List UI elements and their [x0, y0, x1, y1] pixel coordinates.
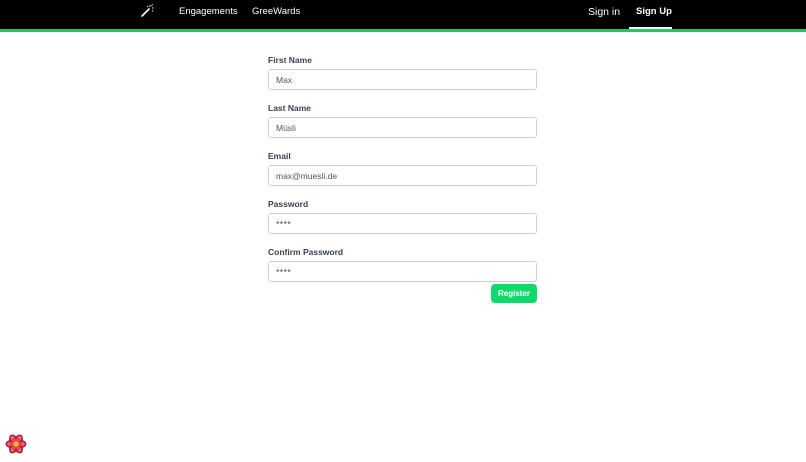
email-input[interactable] [268, 165, 537, 186]
register-form: First Name Last Name Email Password Conf… [268, 55, 537, 295]
first-name-label: First Name [268, 55, 312, 65]
sign-up-link[interactable]: Sign Up [636, 5, 672, 18]
nav-link-engagements[interactable]: Engagements [179, 6, 238, 18]
last-name-input[interactable] [268, 117, 537, 138]
confirm-password-field: Confirm Password [268, 247, 537, 282]
register-button[interactable]: Register [491, 284, 537, 303]
sign-in-link[interactable]: Sign in [588, 6, 620, 19]
email-label: Email [268, 151, 291, 161]
password-input[interactable] [268, 213, 537, 234]
last-name-field: Last Name [268, 103, 537, 138]
navbar: Engagements GreeWards Sign in Sign Up [0, 0, 806, 32]
nav-link-greewards[interactable]: GreeWards [252, 6, 300, 18]
confirm-password-input[interactable] [268, 261, 537, 282]
email-field: Email [268, 151, 537, 186]
magic-wand-icon[interactable] [140, 4, 154, 18]
password-field: Password [268, 199, 537, 234]
first-name-field: First Name [268, 55, 537, 90]
last-name-label: Last Name [268, 103, 311, 113]
confirm-password-label: Confirm Password [268, 247, 344, 257]
react-query-devtools-icon[interactable] [5, 433, 27, 455]
active-tab-indicator [629, 27, 672, 29]
first-name-input[interactable] [268, 69, 537, 90]
password-label: Password [268, 199, 309, 209]
